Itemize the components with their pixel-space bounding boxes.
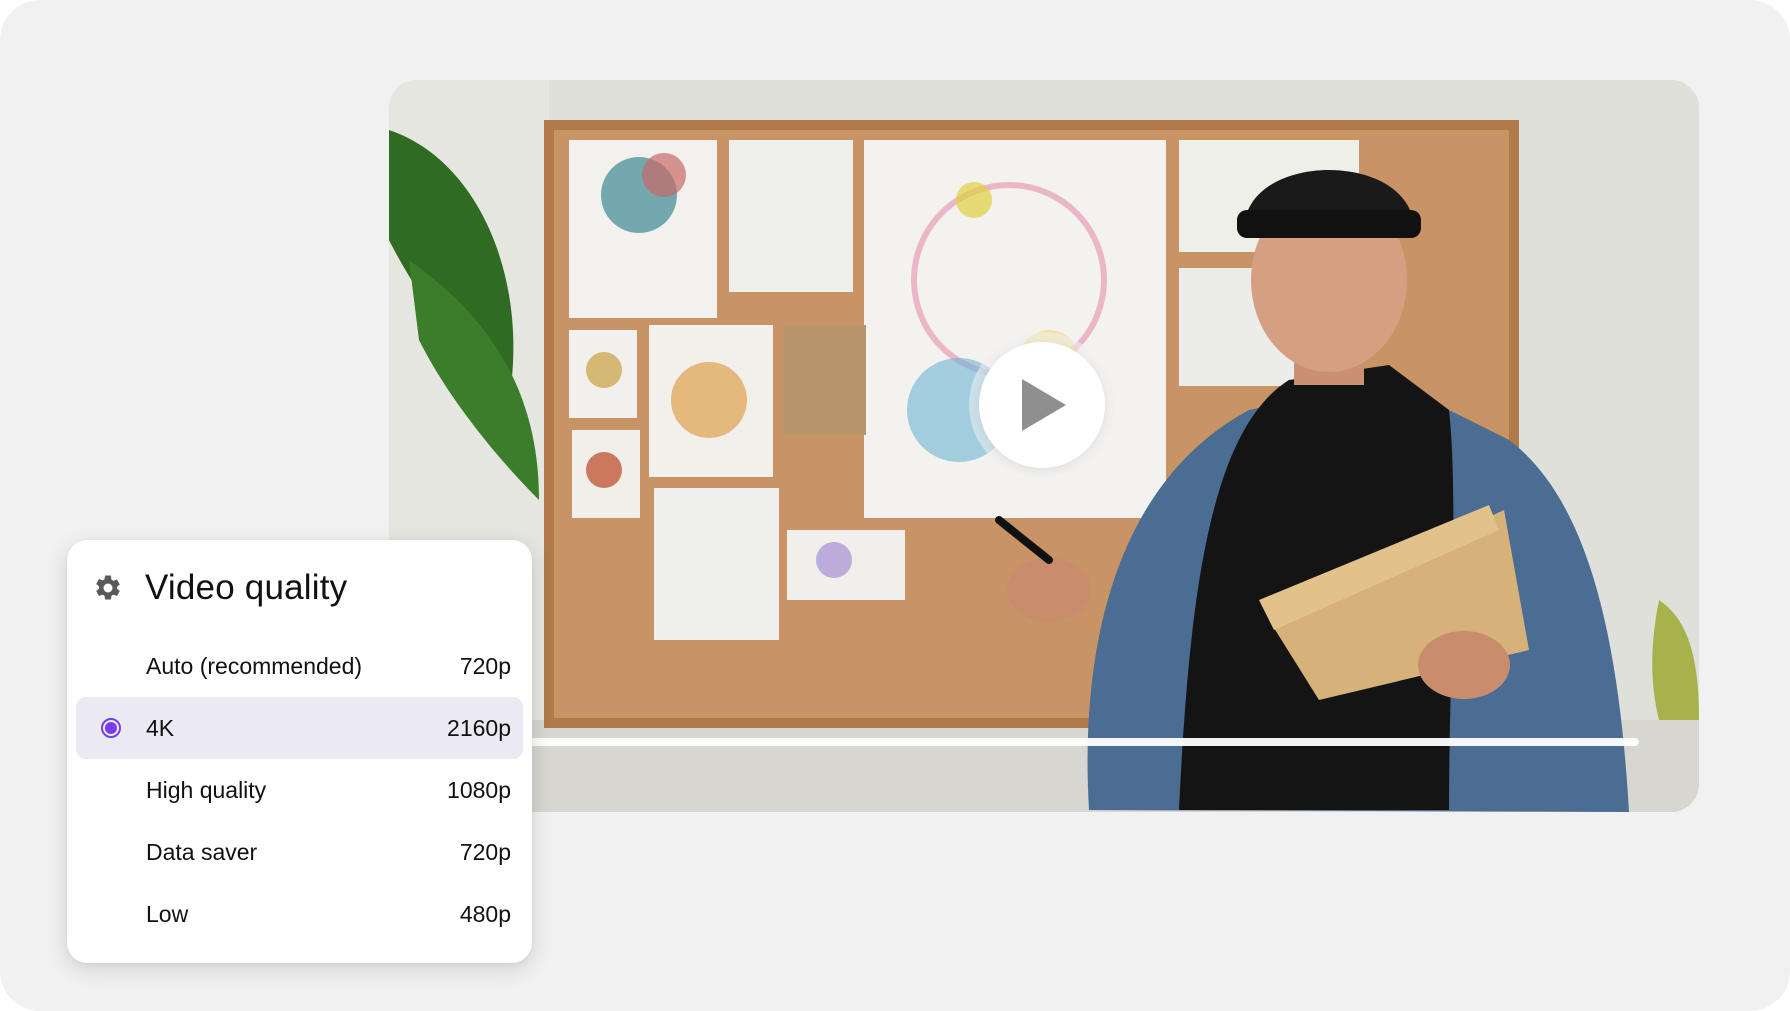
progress-bar[interactable] [509, 738, 1639, 746]
option-label: 4K [146, 714, 175, 741]
quality-option-data-saver[interactable]: Data saver 720p [76, 821, 523, 883]
play-button[interactable] [969, 332, 1115, 478]
panel-header: Video quality [93, 566, 347, 610]
quality-option-low[interactable]: Low 480p [76, 883, 523, 945]
quality-option-auto[interactable]: Auto (recommended) 720p [76, 635, 523, 697]
option-label: Low [146, 900, 189, 927]
video-quality-panel: Video quality Auto (recommended) 720p 4K… [67, 540, 532, 963]
option-label: Data saver [146, 838, 258, 865]
option-resolution: 720p [459, 652, 511, 679]
option-resolution: 2160p [447, 714, 511, 741]
radio-selected-icon[interactable] [101, 718, 121, 738]
canvas-background: Video quality Auto (recommended) 720p 4K… [0, 0, 1790, 1011]
gear-icon [96, 575, 120, 600]
radio-slot [76, 635, 146, 697]
option-label: Auto (recommended) [146, 652, 363, 679]
video-player[interactable] [389, 80, 1699, 812]
option-label: High quality [146, 776, 267, 803]
quality-option-high[interactable]: High quality 1080p [76, 759, 523, 821]
play-icon [1022, 379, 1066, 431]
radio-slot [76, 821, 146, 883]
radio-slot [76, 697, 146, 759]
radio-slot [76, 883, 146, 945]
quality-option-4k[interactable]: 4K 2160p [76, 697, 523, 759]
option-resolution: 1080p [447, 776, 511, 803]
panel-title: Video quality [145, 568, 348, 607]
radio-slot [76, 759, 146, 821]
option-resolution: 480p [459, 900, 511, 927]
option-resolution: 720p [459, 838, 511, 865]
